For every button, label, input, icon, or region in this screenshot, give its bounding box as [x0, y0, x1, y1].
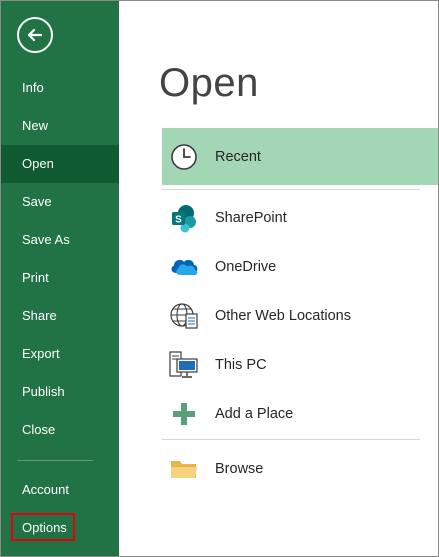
separator	[162, 439, 420, 440]
folder-icon	[167, 452, 201, 486]
sidebar-item-publish[interactable]: Publish	[1, 373, 119, 411]
sidebar-item-export[interactable]: Export	[1, 335, 119, 373]
location-label: Add a Place	[215, 406, 294, 422]
sidebar-item-open[interactable]: Open	[1, 145, 119, 183]
location-label: Browse	[215, 461, 264, 477]
location-this-pc[interactable]: This PC	[162, 345, 438, 385]
location-recent[interactable]: Recent	[162, 128, 438, 185]
sidebar-item-info[interactable]: Info	[1, 69, 119, 107]
sidebar-item-save-as[interactable]: Save As	[1, 221, 119, 259]
sidebar-item-share[interactable]: Share	[1, 297, 119, 335]
onedrive-cloud-icon	[167, 250, 201, 284]
back-button[interactable]	[17, 17, 53, 53]
sidebar-item-save[interactable]: Save	[1, 183, 119, 221]
location-label: Recent	[215, 148, 261, 165]
location-onedrive[interactable]: OneDrive	[162, 247, 438, 287]
backstage-sidebar: Info New Open Save Save As Print Share E…	[1, 1, 119, 556]
page-title: Open	[159, 61, 259, 105]
open-panel: Open Recent S SharePoint OneDrive Other …	[119, 1, 438, 556]
location-label: This PC	[215, 357, 267, 373]
plus-icon	[167, 397, 201, 431]
location-add-place[interactable]: Add a Place	[162, 394, 438, 434]
sharepoint-icon: S	[167, 201, 201, 235]
computer-icon	[167, 348, 201, 382]
sidebar-divider	[17, 460, 93, 461]
sidebar-item-new[interactable]: New	[1, 107, 119, 145]
sidebar-item-options[interactable]: Options	[1, 509, 119, 547]
svg-text:S: S	[175, 215, 182, 226]
location-label: Other Web Locations	[215, 308, 351, 324]
back-arrow-icon	[27, 28, 43, 42]
location-other-web[interactable]: Other Web Locations	[162, 296, 438, 336]
location-label: SharePoint	[215, 210, 287, 226]
clock-icon	[167, 140, 201, 174]
sidebar-item-print[interactable]: Print	[1, 259, 119, 297]
separator	[162, 189, 420, 190]
backstage-window: Info New Open Save Save As Print Share E…	[0, 0, 439, 557]
globe-document-icon	[167, 299, 201, 333]
location-label: OneDrive	[215, 259, 277, 275]
sidebar-item-close[interactable]: Close	[1, 411, 119, 449]
location-sharepoint[interactable]: S SharePoint	[162, 198, 438, 238]
location-browse[interactable]: Browse	[162, 449, 438, 489]
sidebar-item-account[interactable]: Account	[1, 471, 119, 509]
